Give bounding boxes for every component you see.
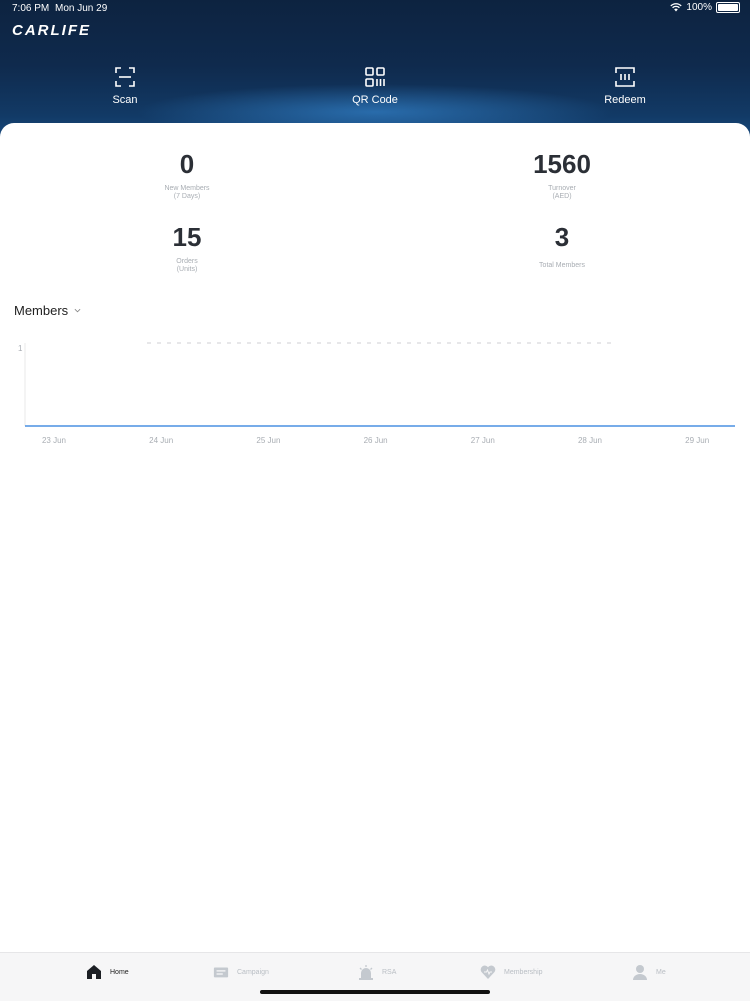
new-members-label: New Members [164, 185, 210, 192]
stat-new-members: 0 New Members (7 Days) [97, 149, 277, 201]
tab-home-label: Home [110, 968, 129, 976]
tab-campaign-label: Campaign [237, 968, 269, 976]
turnover-value: 1560 [533, 149, 591, 179]
redeem-button[interactable]: Redeem [565, 66, 685, 106]
orders-label: Orders [176, 258, 198, 265]
status-indicators: 100% [670, 2, 740, 13]
new-members-value: 0 [179, 149, 195, 179]
tab-membership[interactable]: Membership [480, 964, 543, 980]
scan-button[interactable]: Scan [65, 66, 185, 106]
tab-campaign[interactable]: Campaign [213, 964, 269, 980]
tab-rsa-label: RSA [382, 968, 397, 976]
battery-icon [716, 2, 740, 13]
home-icon [87, 965, 101, 979]
chevron-down-icon [74, 308, 81, 313]
turnover-label: Turnover [548, 185, 576, 192]
status-bar: 7:06 PM Mon Jun 29 100% [0, 0, 750, 18]
qr-code-icon [365, 67, 385, 87]
scan-icon [115, 67, 135, 87]
x-tick-label: 24 Jun [149, 436, 173, 445]
tab-me-label: Me [656, 968, 666, 976]
status-time: 7:06 PM [12, 3, 50, 14]
total-members-value: 3 [554, 222, 570, 252]
stat-orders: 15 Orders (Units) [97, 222, 277, 274]
battery-percent: 100% [686, 2, 712, 13]
orders-sublabel: (Units) [176, 266, 198, 273]
chart-metric-dropdown[interactable]: Members [14, 303, 81, 318]
x-tick-label: 28 Jun [578, 436, 602, 445]
wifi-icon [670, 3, 683, 12]
x-tick-label: 23 Jun [42, 436, 66, 445]
new-members-sublabel: (7 Days) [173, 193, 201, 200]
orders-value: 15 [172, 222, 202, 252]
members-line-chart: 1 23 Jun 24 Jun 25 Jun 26 Jun 27 Jun 28 Jun 29… [18, 342, 735, 445]
redeem-icon [615, 67, 635, 87]
x-tick-label: 26 Jun [364, 436, 388, 445]
redeem-label: Redeem [604, 94, 646, 106]
x-tick-label: 29 Jun [685, 436, 709, 445]
turnover-sublabel: (AED) [552, 193, 572, 200]
rsa-icon [359, 965, 373, 980]
tab-membership-label: Membership [504, 968, 543, 976]
tab-me[interactable]: Me [632, 964, 666, 980]
x-tick-label: 27 Jun [471, 436, 495, 445]
profile-icon [633, 965, 647, 980]
qr-code-button[interactable]: QR Code [315, 66, 435, 106]
home-indicator [260, 990, 490, 994]
app-logo: CARLIFE [12, 22, 91, 39]
tab-home[interactable]: Home [86, 964, 129, 980]
qr-code-label: QR Code [352, 94, 398, 106]
membership-icon [480, 965, 496, 979]
stat-total-members: 3 Total Members [472, 222, 652, 270]
stat-turnover: 1560 Turnover (AED) [472, 149, 652, 201]
status-date: Mon Jun 29 [55, 3, 108, 14]
dashboard-card: 0 New Members (7 Days) 1560 Turnover (AE… [0, 123, 750, 953]
campaign-icon [213, 967, 229, 978]
chart-metric-label: Members [14, 303, 69, 318]
y-tick-label: 1 [18, 344, 23, 353]
scan-label: Scan [112, 94, 138, 106]
total-members-label: Total Members [539, 262, 585, 269]
tab-rsa[interactable]: RSA [358, 964, 396, 980]
x-tick-label: 25 Jun [256, 436, 280, 445]
x-tick-group: 23 Jun 24 Jun 25 Jun 26 Jun 27 Jun 28 Jun 29 J… [42, 436, 709, 445]
